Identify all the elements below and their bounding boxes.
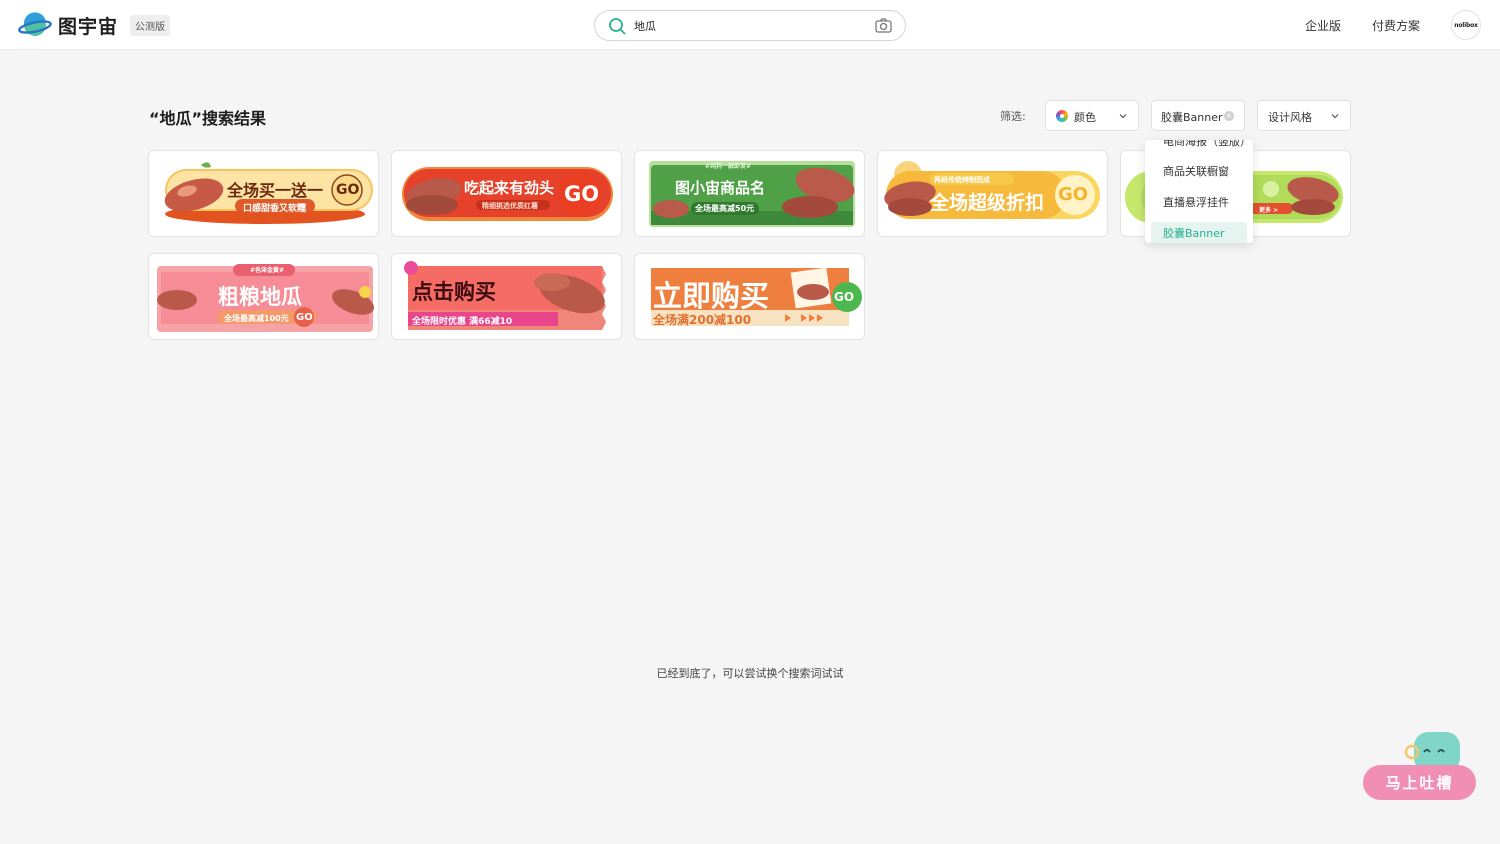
banner-headline: 点击购买 xyxy=(412,280,496,304)
camera-icon[interactable] xyxy=(875,18,892,33)
search-bar[interactable]: 地瓜 xyxy=(594,10,906,41)
chevron-down-icon xyxy=(1119,114,1127,119)
type-filter[interactable]: 胶囊Banner × xyxy=(1151,100,1245,131)
result-card[interactable]: 再经传统烤制而成 全场超级折扣 GO xyxy=(877,150,1108,237)
result-card[interactable]: 吃起来有劲头 精细挑选优质红薯 GO xyxy=(391,150,622,237)
color-filter[interactable]: 颜色 xyxy=(1045,100,1139,131)
end-of-results-text: 已经到底了，可以尝试换个搜索词试试 xyxy=(656,667,844,680)
banner-subline: 全场最高减100元 xyxy=(224,314,289,323)
planet-logo-icon xyxy=(18,11,52,39)
banner-headline: 图小宙商品名 xyxy=(675,179,766,197)
result-card[interactable]: 全场买一送一 口感甜香又软糯 GO xyxy=(148,150,379,237)
banner-go: GO xyxy=(834,290,855,304)
banner-subline: 更多 > xyxy=(1259,207,1279,214)
result-card[interactable]: 点击购买 全场限时优惠 满66减10 xyxy=(391,253,622,340)
result-card[interactable]: #纯狗一触即发# 图小宙商品名 全场最高减50元 xyxy=(634,150,865,237)
banner-headline: 粗粮地瓜 xyxy=(218,285,302,309)
banner-subline: 全场最高减50元 xyxy=(695,204,755,213)
banner-tag: #色泽金黄# xyxy=(250,267,285,274)
dropdown-item[interactable]: 直播悬浮挂件 xyxy=(1151,191,1247,215)
banner-go: GO xyxy=(564,182,600,206)
banner-headline: 吃起来有劲头 xyxy=(464,179,555,197)
banner-headline: 全场超级折扣 xyxy=(930,192,1045,214)
style-filter[interactable]: 设计风格 xyxy=(1257,100,1351,131)
banner-subline: 再经传统烤制而成 xyxy=(934,176,990,184)
banner-subline: 全场限时优惠 满66减10 xyxy=(412,317,513,327)
search-icon xyxy=(609,18,626,35)
result-card[interactable]: #色泽金黄# 粗粮地瓜 全场最高减100元 GO xyxy=(148,253,379,340)
banner-subline: 精细挑选优质红薯 xyxy=(482,202,538,210)
banner-subline: 全场满200减100 xyxy=(653,313,752,327)
top-bar: 图宇宙 公测版 地瓜 企业版 付费方案 nolibox xyxy=(0,0,1500,50)
banner-headline: 立即购买 xyxy=(653,279,770,313)
color-wheel-icon xyxy=(1056,110,1068,122)
dropdown-item[interactable]: 商品关联橱窗 xyxy=(1151,160,1247,184)
avatar[interactable]: nolibox xyxy=(1451,10,1481,40)
search-input[interactable]: 地瓜 xyxy=(634,18,656,34)
color-filter-label: 颜色 xyxy=(1074,111,1096,124)
dropdown-item-selected[interactable]: 胶囊Banner xyxy=(1151,222,1247,243)
result-card[interactable]: 立即购买 全场满200减100 GO xyxy=(634,253,865,340)
nav-pricing[interactable]: 付费方案 xyxy=(1372,17,1420,34)
clear-icon[interactable]: × xyxy=(1224,111,1234,121)
banner-tag: #纯狗一触即发# xyxy=(705,163,752,170)
page-title: “地瓜”搜索结果 xyxy=(149,109,267,128)
banner-headline: 全场买一送一 xyxy=(227,181,324,200)
banner-go: GO xyxy=(1058,184,1089,205)
banner-subline: 口感甜香又软糯 xyxy=(243,204,307,214)
logo-name: 图宇宙 xyxy=(58,15,119,38)
banner-go: GO xyxy=(336,182,360,198)
type-filter-label: 胶囊Banner xyxy=(1161,111,1223,124)
logo[interactable]: 图宇宙 公测版 xyxy=(18,10,171,40)
style-filter-label: 设计风格 xyxy=(1268,111,1312,124)
beta-badge: 公测版 xyxy=(130,14,171,36)
nav-enterprise[interactable]: 企业版 xyxy=(1305,17,1341,34)
dropdown-item[interactable]: 电商海报（竖版） xyxy=(1151,140,1251,154)
feedback-button[interactable]: 马上吐槽 xyxy=(1363,765,1476,800)
chevron-down-icon xyxy=(1331,114,1339,119)
filter-label: 筛选: xyxy=(1000,110,1026,123)
type-dropdown-menu: 电商海报（竖版） 商品关联橱窗 直播悬浮挂件 胶囊Banner xyxy=(1145,140,1253,243)
banner-go: GO xyxy=(296,312,313,323)
